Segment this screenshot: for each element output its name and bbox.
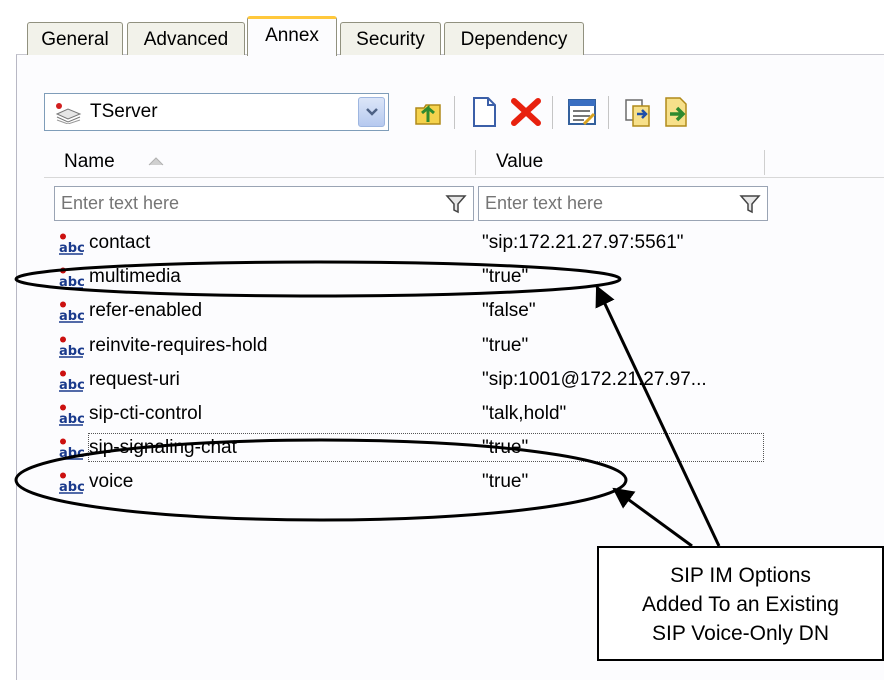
callout-box: SIP IM Options Added To an Existing SIP … <box>597 546 884 661</box>
callout-arrow <box>612 487 693 548</box>
highlight-ellipse <box>14 438 628 522</box>
highlight-ellipse <box>14 260 622 298</box>
callout-line: Added To an Existing <box>642 593 839 616</box>
callout-arrow <box>595 285 721 547</box>
callout-line: SIP Voice-Only DN <box>651 622 829 645</box>
tab-annex[interactable]: Annex <box>247 16 337 56</box>
callout-line: SIP IM Options <box>670 564 811 587</box>
